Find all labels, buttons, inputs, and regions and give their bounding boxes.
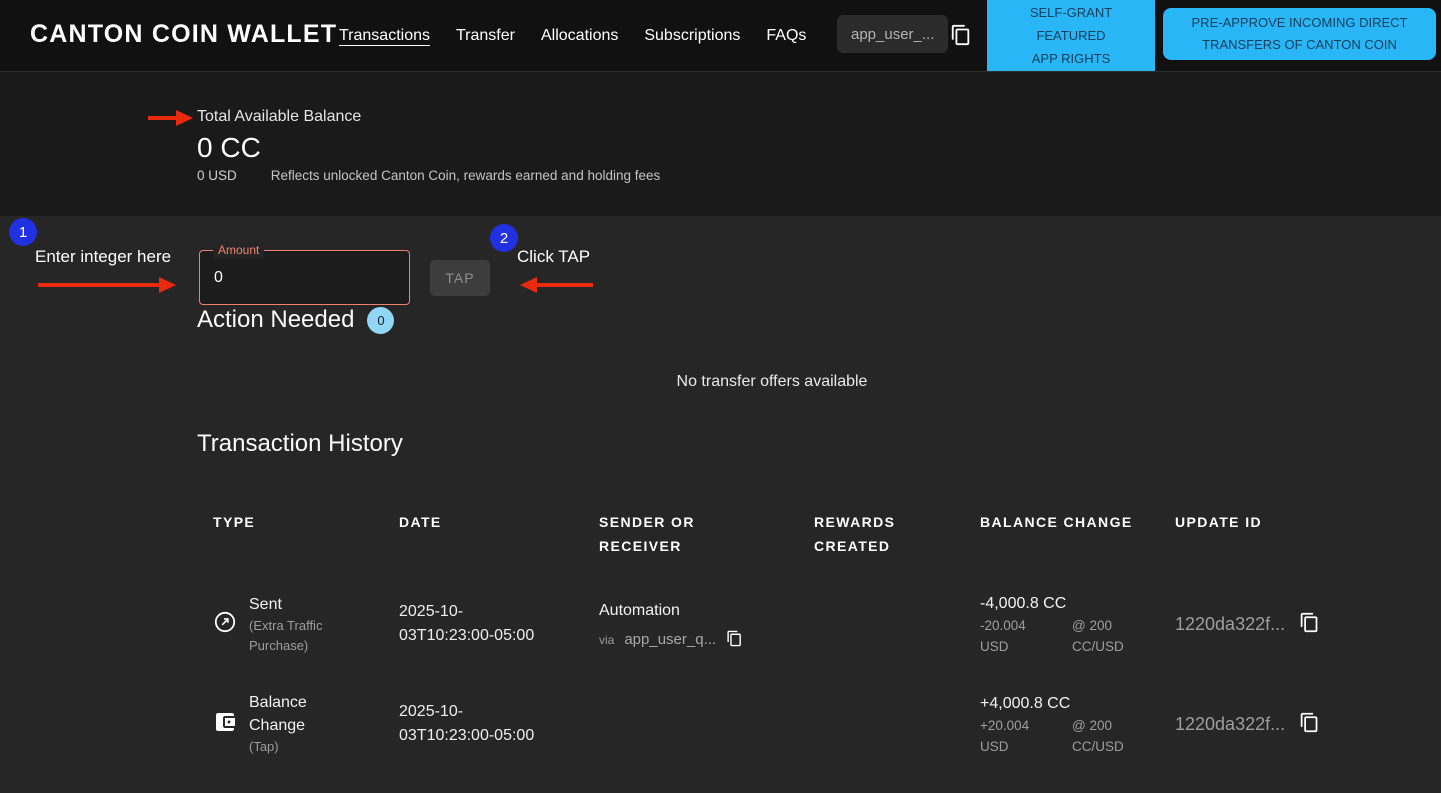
annotation-text-1: Enter integer here bbox=[35, 247, 171, 267]
sender-cell bbox=[583, 674, 798, 774]
tx-type-detail: (Extra Traffic Purchase) bbox=[249, 616, 361, 656]
tx-type: Balance Change bbox=[249, 691, 341, 737]
annotation-marker-2: 2 bbox=[490, 224, 518, 252]
column-header-rewards: REWARDS CREATED bbox=[798, 494, 923, 574]
nav-transfer[interactable]: Transfer bbox=[456, 27, 515, 45]
pre-approve-line-2: TRANSFERS OF CANTON COIN bbox=[1202, 34, 1397, 56]
red-arrow-step2 bbox=[520, 277, 593, 293]
self-grant-line-1: SELF-GRANT bbox=[1030, 1, 1112, 24]
tx-balance-cc: +4,000.8 CC bbox=[980, 692, 1124, 715]
action-needed-section: Action Needed 0 bbox=[197, 306, 394, 334]
tx-usd-unit: USD bbox=[980, 736, 1072, 757]
pre-approve-line-1: PRE-APPROVE INCOMING DIRECT bbox=[1192, 12, 1408, 34]
rewards-cell bbox=[798, 574, 964, 674]
annotation-marker-1: 1 bbox=[9, 218, 37, 246]
copy-sender-button[interactable] bbox=[726, 630, 743, 650]
pre-approve-transfers-button[interactable]: PRE-APPROVE INCOMING DIRECT TRANSFERS OF… bbox=[1163, 8, 1436, 60]
copy-icon bbox=[950, 24, 972, 46]
annotation-text-2: Click TAP bbox=[517, 247, 590, 267]
copy-user-id-button[interactable] bbox=[950, 24, 972, 46]
tx-date: 2025-10-03T10:23:00-05:00 bbox=[399, 700, 549, 748]
red-arrow-balance bbox=[148, 110, 193, 126]
via-party: app_user_q... bbox=[624, 631, 716, 648]
transaction-history-title: Transaction History bbox=[197, 430, 403, 458]
amount-input[interactable] bbox=[214, 251, 394, 304]
copy-icon bbox=[1299, 612, 1320, 636]
sender-cell: Automation via app_user_q... bbox=[583, 574, 798, 674]
amount-field: Amount bbox=[199, 250, 410, 305]
column-header-update-id: UPDATE ID bbox=[1159, 494, 1355, 574]
date-cell: 2025-10-03T10:23:00-05:00 bbox=[383, 574, 583, 674]
user-id-chip[interactable]: app_user_... bbox=[837, 15, 948, 53]
tx-update-id: 1220da322f... bbox=[1175, 714, 1285, 735]
transaction-history-table: TYPE DATE SENDER OR RECEIVER REWARDS CRE… bbox=[197, 494, 1355, 774]
tx-sender: Automation bbox=[599, 599, 743, 623]
type-cell: Sent (Extra Traffic Purchase) bbox=[197, 574, 383, 674]
column-header-date: DATE bbox=[383, 494, 583, 574]
tx-rate-unit: CC/USD bbox=[1072, 636, 1124, 657]
nav-faqs[interactable]: FAQs bbox=[766, 27, 806, 45]
tx-rate-unit: CC/USD bbox=[1072, 736, 1124, 757]
page: CANTON COIN WALLET Transactions Transfer… bbox=[0, 0, 1441, 793]
self-grant-line-2: FEATURED bbox=[1036, 24, 1105, 47]
update-id-cell: 1220da322f... bbox=[1159, 574, 1355, 674]
tx-usd-amount: +20.004 bbox=[980, 715, 1072, 736]
main-nav: Transactions Transfer Allocations Subscr… bbox=[339, 0, 806, 71]
update-id-cell: 1220da322f... bbox=[1159, 674, 1355, 774]
tx-rate: @ 200 bbox=[1072, 715, 1124, 736]
balance-change-cell: +4,000.8 CC +20.004 @ 200 USD CC/USD bbox=[964, 674, 1159, 774]
copy-update-id-button[interactable] bbox=[1299, 712, 1320, 736]
self-grant-featured-app-rights-button[interactable]: SELF-GRANT FEATURED APP RIGHTS bbox=[987, 0, 1155, 71]
red-arrow-step1 bbox=[38, 277, 176, 293]
wallet-icon bbox=[213, 710, 237, 739]
tx-type: Sent bbox=[249, 593, 341, 616]
nav-allocations[interactable]: Allocations bbox=[541, 27, 618, 45]
app-logo: CANTON COIN WALLET bbox=[30, 20, 337, 49]
copy-icon bbox=[726, 630, 743, 650]
rewards-cell bbox=[798, 674, 964, 774]
column-header-type: TYPE bbox=[197, 494, 383, 574]
table-row: Sent (Extra Traffic Purchase) 2025-10-03… bbox=[197, 574, 1355, 674]
tap-button[interactable]: TAP bbox=[430, 260, 490, 296]
balance-section: Total Available Balance 0 CC 0 USD Refle… bbox=[0, 72, 1441, 216]
action-needed-count-badge: 0 bbox=[367, 307, 394, 334]
app-header: CANTON COIN WALLET Transactions Transfer… bbox=[0, 0, 1441, 72]
no-transfer-offers-message: No transfer offers available bbox=[197, 373, 1347, 391]
tx-rate: @ 200 bbox=[1072, 615, 1124, 636]
column-header-balance-change: BALANCE CHANGE bbox=[964, 494, 1159, 574]
sent-circle-icon bbox=[213, 610, 237, 639]
main-content: 1 Enter integer here Amount TAP 2 Click … bbox=[0, 216, 1441, 793]
copy-update-id-button[interactable] bbox=[1299, 612, 1320, 636]
nav-transactions[interactable]: Transactions bbox=[339, 27, 430, 45]
action-needed-title: Action Needed bbox=[197, 306, 354, 334]
tx-update-id: 1220da322f... bbox=[1175, 614, 1285, 635]
table-header-row: TYPE DATE SENDER OR RECEIVER REWARDS CRE… bbox=[197, 494, 1355, 574]
tx-usd-unit: USD bbox=[980, 636, 1072, 657]
user-id-label: app_user_... bbox=[851, 26, 934, 43]
self-grant-line-3: APP RIGHTS bbox=[1032, 47, 1111, 70]
balance-change-cell: -4,000.8 CC -20.004 @ 200 USD CC/USD bbox=[964, 574, 1159, 674]
table-row: Balance Change (Tap) 2025-10-03T10:23:00… bbox=[197, 674, 1355, 774]
tx-balance-cc: -4,000.8 CC bbox=[980, 592, 1124, 615]
tx-date: 2025-10-03T10:23:00-05:00 bbox=[399, 600, 549, 648]
type-cell: Balance Change (Tap) bbox=[197, 674, 383, 774]
via-label: via bbox=[599, 633, 614, 647]
date-cell: 2025-10-03T10:23:00-05:00 bbox=[383, 674, 583, 774]
column-header-sender: SENDER OR RECEIVER bbox=[583, 494, 741, 574]
balance-amount-usd: 0 USD bbox=[197, 168, 237, 183]
balance-title: Total Available Balance bbox=[197, 108, 361, 126]
balance-amount-cc: 0 CC bbox=[197, 132, 261, 164]
tx-usd-amount: -20.004 bbox=[980, 615, 1072, 636]
copy-icon bbox=[1299, 712, 1320, 736]
tx-type-detail: (Tap) bbox=[249, 737, 341, 757]
balance-detail-row: 0 USD Reflects unlocked Canton Coin, rew… bbox=[197, 168, 660, 183]
balance-caption: Reflects unlocked Canton Coin, rewards e… bbox=[271, 168, 661, 183]
nav-subscriptions[interactable]: Subscriptions bbox=[644, 27, 740, 45]
